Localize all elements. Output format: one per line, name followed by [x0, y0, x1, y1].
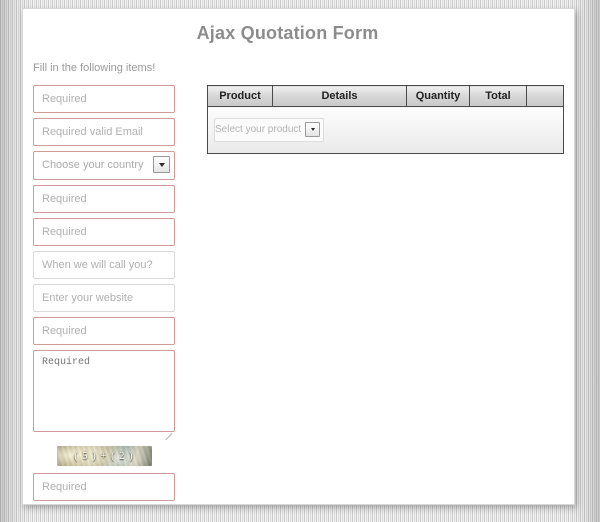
intro-text: Fill in the following items!	[33, 62, 156, 74]
field-5-input[interactable]	[33, 218, 175, 246]
website-input[interactable]	[33, 284, 175, 312]
captcha-answer-input[interactable]	[33, 473, 175, 501]
product-table: Product Details Quantity Total Select yo…	[207, 85, 564, 154]
name-input[interactable]	[33, 85, 175, 113]
table-header-row: Product Details Quantity Total	[207, 85, 564, 107]
call-time-input[interactable]	[33, 251, 175, 279]
column-header-product[interactable]: Product	[207, 85, 273, 107]
column-header-actions[interactable]	[526, 85, 564, 107]
form-layout: Choose your country ( 5 ) + ( 2 )	[23, 85, 574, 504]
form-fields-column: Choose your country ( 5 ) + ( 2 )	[33, 85, 185, 504]
chevron-down-icon[interactable]	[305, 122, 320, 137]
country-select-label: Choose your country	[42, 159, 144, 171]
field-8-input[interactable]	[33, 317, 175, 345]
message-textarea-wrapper	[33, 350, 175, 442]
field-4-input[interactable]	[33, 185, 175, 213]
product-select[interactable]: Select your product	[214, 118, 324, 142]
captcha-challenge-text: ( 5 ) + ( 2 )	[74, 450, 134, 462]
product-select-label: Select your product	[215, 124, 302, 135]
product-table-column: Product Details Quantity Total Select yo…	[207, 85, 574, 154]
column-header-total[interactable]: Total	[469, 85, 527, 107]
product-row-cell: Select your product	[207, 106, 564, 154]
product-table-head: Product Details Quantity Total	[207, 85, 564, 107]
country-select[interactable]: Choose your country	[33, 151, 175, 180]
captcha-row: ( 5 ) + ( 2 )	[33, 446, 175, 466]
page-title: Ajax Quotation Form	[196, 23, 379, 43]
column-header-quantity[interactable]: Quantity	[406, 85, 470, 107]
form-card: Ajax Quotation Form Fill in the followin…	[22, 8, 575, 505]
column-header-details[interactable]: Details	[272, 85, 407, 107]
table-row: Select your product	[207, 106, 564, 154]
email-input[interactable]	[33, 118, 175, 146]
chevron-down-icon[interactable]	[153, 156, 170, 173]
message-textarea[interactable]	[33, 350, 175, 432]
product-table-body: Select your product	[207, 106, 564, 154]
captcha-image: ( 5 ) + ( 2 )	[56, 446, 152, 466]
